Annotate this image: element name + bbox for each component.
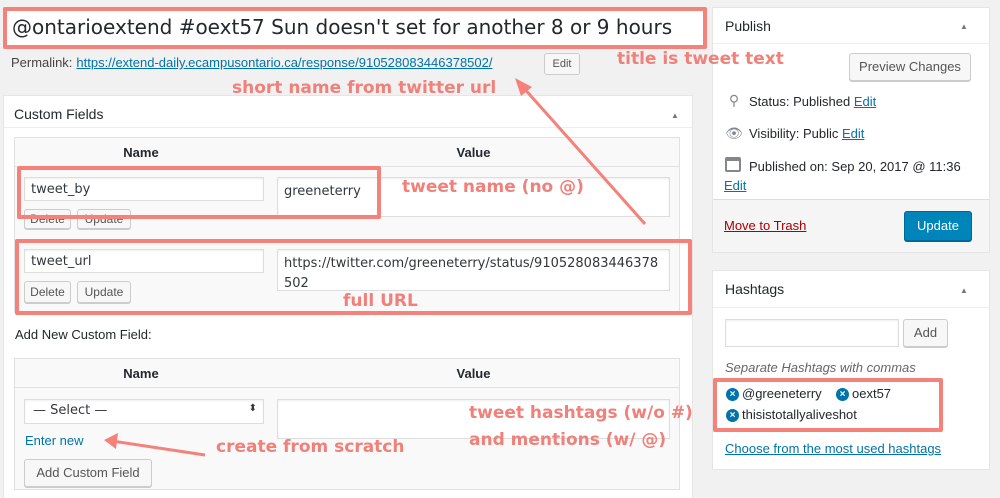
annotation-arrows — [104, 78, 647, 457]
annotation-short-name: short name from twitter url — [232, 78, 497, 98]
arrow-to-permalink — [520, 85, 647, 225]
annotation-create: create from scratch — [216, 437, 405, 457]
annotation-full-url: full URL — [343, 291, 418, 311]
annotation-title-note: title is tweet text — [617, 49, 784, 69]
annotation-hashtags-line1: tweet hashtags (w/o #) — [469, 403, 693, 423]
arrow-to-enter-new — [111, 439, 206, 457]
annotation-tweet-name: tweet name (no @) — [402, 177, 584, 197]
arrow-head-enter-new — [104, 433, 118, 449]
annotation-hashtags-line2: and mentions (w/ @) — [469, 430, 667, 450]
